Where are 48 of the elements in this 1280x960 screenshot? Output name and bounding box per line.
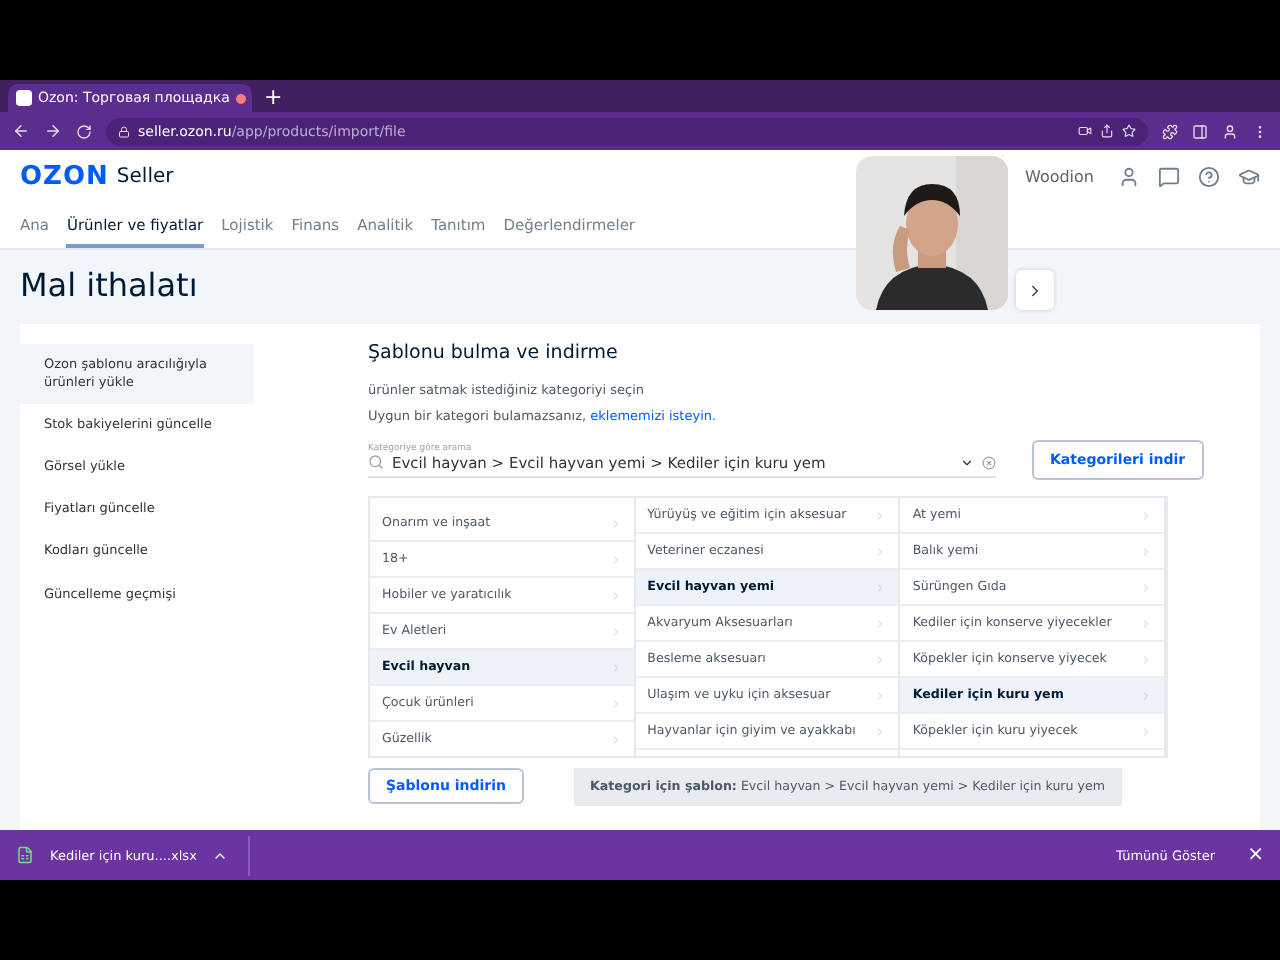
logo: OZON (20, 162, 109, 193)
chevron-icon (609, 697, 622, 709)
star-icon[interactable] (1122, 124, 1136, 138)
chevron-icon (609, 517, 622, 529)
lock-icon (118, 125, 130, 137)
chevron-icon (874, 581, 887, 593)
page-title: Mal ithalatı (20, 264, 198, 308)
chevron-icon (609, 733, 622, 745)
chevron-icon (874, 725, 887, 737)
chevron-icon (1140, 725, 1153, 737)
help-icon[interactable] (1198, 166, 1220, 189)
side-panel-icon[interactable] (1192, 123, 1208, 139)
clear-icon[interactable] (982, 455, 996, 469)
chevron-icon (609, 553, 622, 565)
chevron-icon (874, 617, 887, 629)
search-icon (368, 454, 384, 470)
extensions-icon[interactable] (1162, 123, 1178, 139)
user-name: Woodion (1025, 168, 1094, 187)
back-icon[interactable] (12, 122, 30, 140)
chevron-icon (874, 653, 887, 665)
chevron-icon (1140, 509, 1153, 521)
caret-icon[interactable] (960, 455, 974, 469)
close-button[interactable]: × (1247, 844, 1264, 866)
user-icon[interactable] (1118, 166, 1140, 189)
reload-icon[interactable] (76, 123, 92, 139)
chevron-icon (1026, 281, 1044, 299)
forward-icon[interactable] (44, 122, 62, 140)
chevron-icon (1140, 581, 1153, 593)
camera-icon[interactable] (1078, 124, 1092, 138)
chevron-icon (609, 661, 622, 673)
chevron-icon (1140, 617, 1153, 629)
new-tab-button[interactable]: + (264, 84, 283, 112)
share-icon[interactable] (1100, 124, 1114, 138)
chevron-icon (1140, 653, 1153, 665)
chevron-icon (609, 589, 622, 601)
chevron-icon (1140, 545, 1153, 557)
chevron-icon (1140, 689, 1153, 701)
chevron-icon (609, 625, 622, 637)
section-title: Şablonu bulma ve indirme (368, 342, 620, 364)
logo-text: Seller (116, 166, 174, 189)
profile-icon[interactable] (1222, 123, 1238, 139)
favicon-icon (16, 90, 32, 106)
spreadsheet-icon (16, 846, 34, 864)
chevron-icon (874, 689, 887, 701)
chevron-icon (874, 545, 887, 557)
graduation-cap-icon[interactable] (1238, 166, 1260, 189)
chevron-icon (874, 509, 887, 521)
chat-icon[interactable] (1158, 166, 1180, 189)
